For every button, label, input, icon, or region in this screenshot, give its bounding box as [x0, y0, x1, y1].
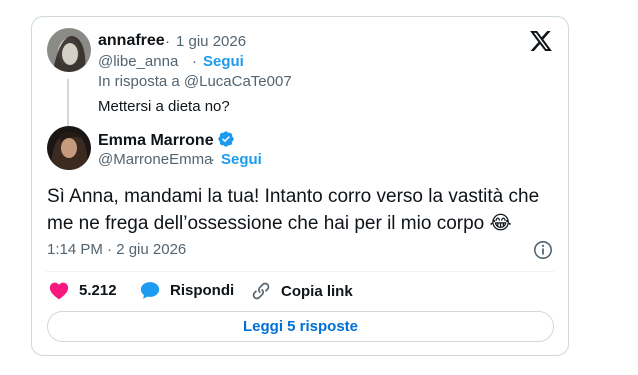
divider — [46, 271, 554, 272]
x-logo-icon[interactable] — [530, 31, 552, 51]
main-author-handle[interactable]: @MarroneEmma — [98, 151, 212, 168]
main-author-name[interactable]: Emma Marrone — [98, 130, 235, 150]
heart-icon — [49, 282, 69, 300]
reply-tweet-text: Mettersi a dieta no? — [98, 98, 230, 115]
copy-link-label: Copia link — [281, 282, 353, 300]
reply-separator: · — [165, 33, 170, 50]
thread-connector-line — [67, 79, 69, 126]
read-replies-button[interactable]: Leggi 5 risposte — [47, 311, 554, 342]
follow-emma-button[interactable]: Segui — [221, 151, 262, 168]
speech-bubble-icon — [140, 282, 160, 299]
verified-badge-icon — [217, 131, 234, 147]
follow-annafree-button[interactable]: Segui — [203, 53, 244, 70]
reply-handle-separator: · — [192, 53, 197, 70]
tweet-timestamp[interactable]: 1:14 PM · 2 giu 2026 — [47, 241, 186, 258]
copy-link-button[interactable]: Copia link — [251, 281, 353, 301]
read-replies-label: Leggi 5 risposte — [242, 318, 359, 335]
main-tweet-text: Sì Anna, mandami la tua! Intanto corro v… — [47, 186, 540, 234]
reply-button[interactable]: Rispondi — [140, 281, 234, 300]
in-reply-to-label[interactable]: In risposta a @LucaCaTe007 — [98, 73, 292, 90]
avatar-annafree[interactable] — [47, 28, 91, 72]
reply-author-name[interactable]: annafree — [98, 32, 165, 50]
avatar-emma-marrone[interactable] — [47, 126, 91, 170]
link-icon — [252, 282, 270, 300]
like-count: 5.212 — [79, 282, 117, 299]
like-button[interactable]: 5.212 — [49, 281, 117, 300]
reply-label: Rispondi — [170, 282, 235, 299]
reply-author-handle[interactable]: @libe_anna — [98, 53, 178, 70]
info-icon[interactable] — [533, 240, 553, 260]
reply-date[interactable]: 1 giu 2026 — [176, 33, 246, 50]
main-handle-separator: · — [210, 151, 215, 168]
